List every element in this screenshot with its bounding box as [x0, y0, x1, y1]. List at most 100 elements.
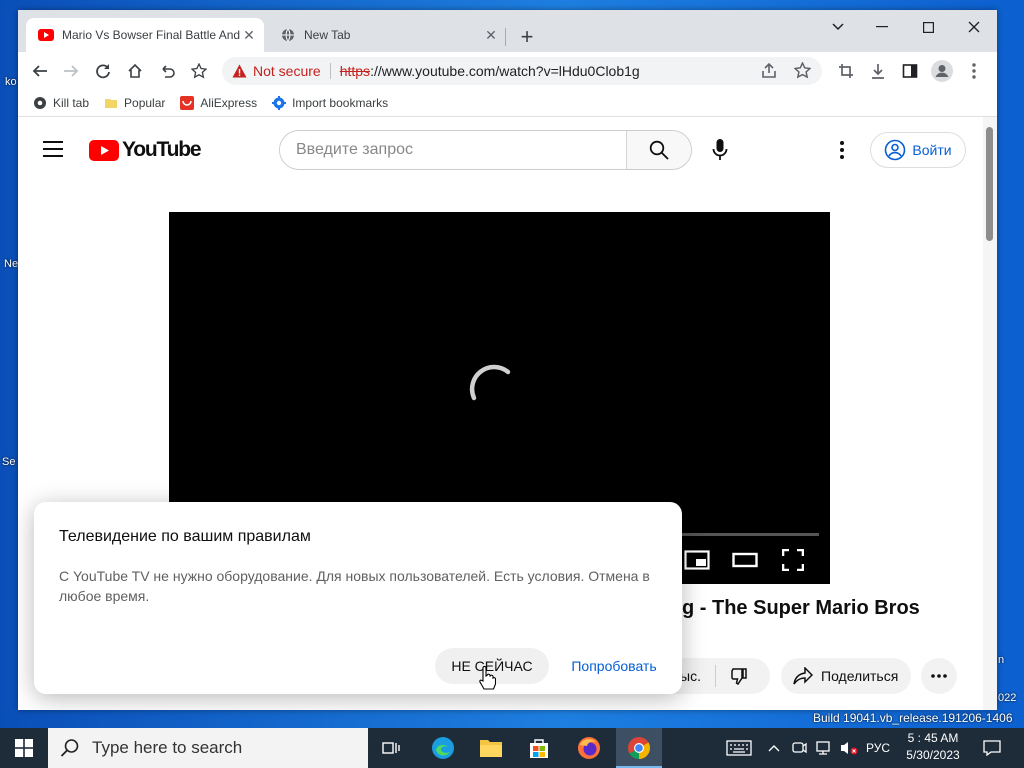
- forward-button[interactable]: [58, 58, 84, 84]
- miniplayer-icon[interactable]: [683, 548, 711, 572]
- tab-strip: Mario Vs Bowser Final Battle And ✕ New T…: [18, 10, 997, 52]
- more-actions-button[interactable]: [921, 658, 957, 694]
- task-view-icon[interactable]: [368, 728, 414, 768]
- undo-icon[interactable]: [154, 58, 180, 84]
- video-progress-bar[interactable]: [681, 533, 819, 536]
- address-bar[interactable]: Not secure https ://www.youtube.com/watc…: [222, 57, 822, 85]
- notifications-icon[interactable]: [976, 728, 1008, 768]
- keyboard-layout-icon[interactable]: [722, 728, 756, 768]
- globe-icon: [280, 27, 296, 43]
- youtube-search-input[interactable]: [280, 131, 627, 169]
- file-explorer-icon[interactable]: [468, 728, 514, 768]
- hand-pointer-cursor-icon: [479, 666, 496, 690]
- close-window-button[interactable]: [954, 14, 994, 40]
- scrollbar-thumb[interactable]: [986, 127, 993, 241]
- hamburger-menu-icon[interactable]: [43, 141, 63, 157]
- share-button[interactable]: Поделиться: [781, 658, 911, 694]
- network-icon[interactable]: [812, 728, 836, 768]
- bookmark-popular[interactable]: Popular: [104, 96, 165, 110]
- back-button[interactable]: [27, 58, 53, 84]
- tab-search-chevron-icon[interactable]: [818, 14, 858, 40]
- home-button[interactable]: [122, 58, 148, 84]
- firefox-icon[interactable]: [566, 728, 612, 768]
- url-scheme: https: [339, 63, 371, 79]
- bookmarks-bar: Kill tab Popular AliExpress Import bookm…: [18, 90, 997, 117]
- tab-title: New Tab: [304, 28, 351, 42]
- bookmark-label: Kill tab: [53, 96, 90, 110]
- try-button[interactable]: Попробовать: [564, 648, 664, 684]
- download-icon[interactable]: [865, 58, 891, 84]
- chrome-taskbar-icon[interactable]: [616, 728, 662, 768]
- volume-muted-icon[interactable]: [838, 728, 860, 768]
- side-panel-icon[interactable]: [897, 58, 923, 84]
- omnibox-separator: [329, 63, 331, 79]
- sign-in-label: Войти: [912, 142, 952, 158]
- input-language-indicator[interactable]: РУС: [860, 728, 896, 768]
- gear-icon: [272, 96, 287, 110]
- bookmark-label: Import bookmarks: [292, 96, 389, 110]
- page-scrollbar[interactable]: [983, 117, 997, 710]
- new-tab-button[interactable]: +: [514, 24, 540, 50]
- close-tab-icon[interactable]: ✕: [482, 26, 500, 44]
- windows-taskbar: Type here to search РУС 5 : 45 AM 5/30/2…: [0, 728, 1024, 768]
- warning-icon[interactable]: [232, 64, 247, 78]
- reload-button[interactable]: [90, 58, 116, 84]
- tab-youtube[interactable]: Mario Vs Bowser Final Battle And ✕: [26, 18, 264, 52]
- taskbar-clock[interactable]: 5 : 45 AM 5/30/2023: [898, 730, 968, 766]
- user-circle-icon: [885, 139, 906, 161]
- not-secure-label[interactable]: Not secure: [253, 63, 321, 79]
- browser-toolbar: Not secure https ://www.youtube.com/watc…: [18, 52, 997, 90]
- bookmark-star-icon[interactable]: [794, 62, 811, 79]
- desktop-icon-label[interactable]: Ne: [4, 258, 18, 270]
- share-page-icon[interactable]: [760, 62, 778, 80]
- clock-time: 5 : 45 AM: [907, 731, 959, 745]
- tab-divider: [505, 28, 506, 46]
- minimize-button[interactable]: [862, 14, 902, 40]
- bookmark-kill-tab[interactable]: Kill tab: [33, 96, 89, 110]
- taskbar-search-box[interactable]: Type here to search: [48, 728, 368, 768]
- desktop-icon-label[interactable]: n: [998, 654, 1004, 666]
- youtube-tv-promo-dialog: Телевидение по вашим правилам С YouTube …: [34, 502, 682, 694]
- microsoft-store-icon[interactable]: [516, 728, 562, 768]
- sign-in-button[interactable]: Войти: [870, 132, 966, 168]
- youtube-header: YouTube Войти: [18, 117, 983, 185]
- profile-avatar-icon[interactable]: [929, 58, 955, 84]
- desktop-icon-label[interactable]: ko: [5, 76, 17, 88]
- chrome-window: Mario Vs Bowser Final Battle And ✕ New T…: [18, 10, 997, 710]
- settings-more-icon[interactable]: [830, 137, 854, 163]
- bookmark-import[interactable]: Import bookmarks: [272, 96, 388, 110]
- youtube-search-button[interactable]: [626, 131, 691, 169]
- youtube-search-box: [279, 130, 692, 170]
- taskbar-search-placeholder: Type here to search: [92, 738, 243, 757]
- divider: [714, 665, 716, 687]
- bookmark-aliexpress[interactable]: AliExpress: [180, 96, 257, 110]
- watermark-year: 022: [998, 692, 1017, 704]
- desktop-icon-label[interactable]: Se: [2, 456, 15, 468]
- star-bookmark-icon[interactable]: [186, 58, 212, 84]
- folder-icon: [104, 96, 118, 110]
- close-tab-icon[interactable]: ✕: [240, 26, 258, 44]
- edge-browser-icon[interactable]: [420, 728, 466, 768]
- chrome-menu-icon[interactable]: [961, 58, 987, 84]
- dialog-body: С YouTube TV не нужно оборудование. Для …: [59, 568, 650, 604]
- like-count[interactable]: ыс.: [680, 668, 701, 684]
- youtube-favicon-icon: [38, 27, 54, 43]
- video-title: g - The Super Mario Bros: [682, 597, 920, 619]
- dislike-icon[interactable]: [730, 667, 748, 685]
- voice-search-mic-icon[interactable]: [708, 137, 732, 163]
- youtube-play-logo-icon: [89, 139, 119, 161]
- meet-now-icon[interactable]: [788, 728, 810, 768]
- maximize-button[interactable]: [908, 14, 948, 40]
- tab-new-tab[interactable]: New Tab ✕: [268, 18, 500, 52]
- crop-extension-icon[interactable]: [833, 58, 859, 84]
- windows-logo-icon: [15, 739, 33, 757]
- fullscreen-icon[interactable]: [779, 548, 807, 572]
- url-text: ://www.youtube.com/watch?v=lHdu0Clob1g: [370, 63, 640, 79]
- start-button[interactable]: [0, 728, 48, 768]
- show-hidden-icons-chevron-icon[interactable]: [764, 728, 784, 768]
- aliexpress-icon: [180, 96, 195, 110]
- theater-mode-icon[interactable]: [731, 548, 759, 572]
- bookmark-label: AliExpress: [200, 96, 258, 110]
- youtube-logo[interactable]: YouTube: [89, 138, 202, 162]
- windows-build-watermark: Build 19041.vb_release.191206-1406: [813, 711, 1013, 725]
